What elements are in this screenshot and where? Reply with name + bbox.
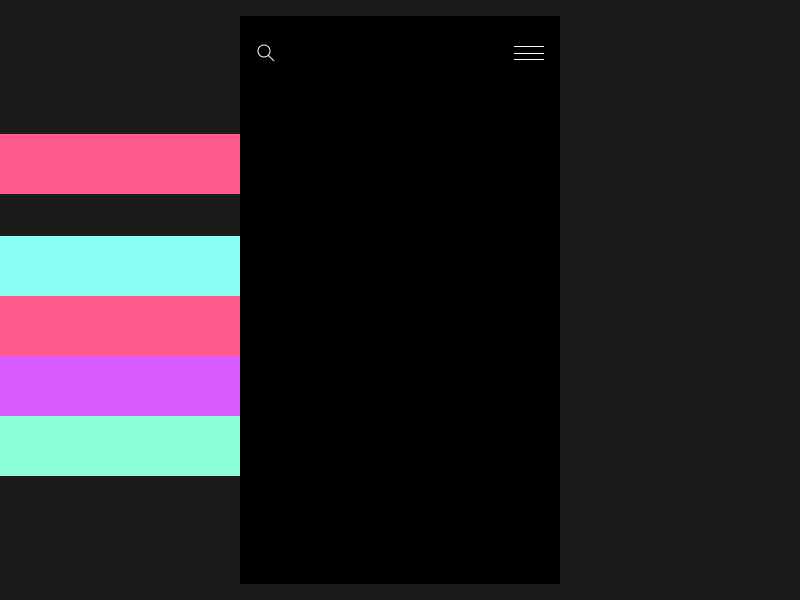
topbar [240, 38, 560, 68]
color-sidebar [0, 134, 240, 476]
search-icon [257, 44, 275, 62]
color-bar-3 [0, 356, 240, 416]
color-bar-1 [0, 236, 240, 296]
phone-frame [240, 16, 560, 584]
menu-button[interactable] [514, 46, 544, 60]
menu-icon-line [514, 46, 544, 47]
search-button[interactable] [256, 43, 276, 63]
menu-icon-line [514, 53, 544, 54]
color-bar-0 [0, 134, 240, 194]
color-bar-2 [0, 296, 240, 356]
menu-icon-line [514, 59, 544, 60]
sidebar-gap [0, 194, 240, 236]
color-bar-4 [0, 416, 240, 476]
